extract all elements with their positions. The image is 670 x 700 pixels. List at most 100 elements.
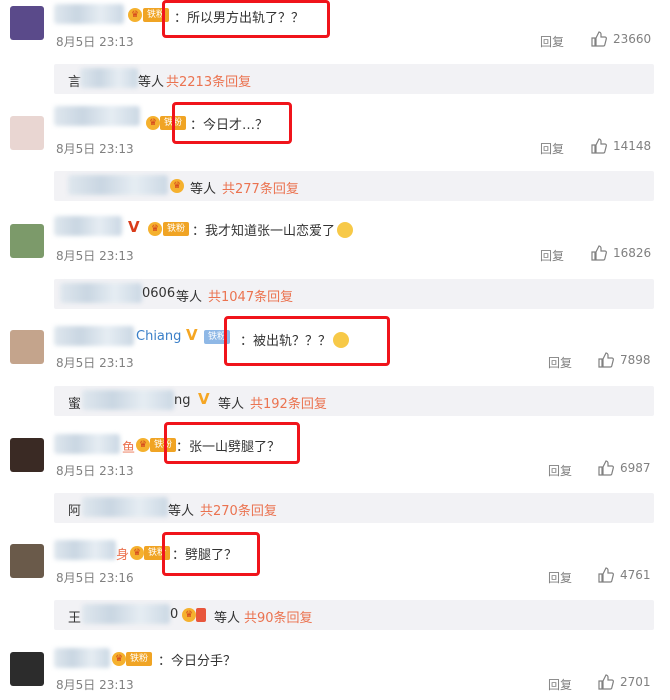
comment-item: 身 ♛ 铁粉 ：劈腿了？ 8月5日 23:16 回复 4761 <box>0 530 670 590</box>
comment-time: 8月5日 23:13 <box>56 356 134 370</box>
sub-reply-summary[interactable]: 言 等人 共2213条回复 <box>54 64 654 94</box>
highlight-box <box>162 0 330 38</box>
username-blurred[interactable] <box>54 648 110 668</box>
fan-badge <box>196 608 206 622</box>
sub-reply-mid: 等人 <box>138 75 165 90</box>
comment-item: V ♛ 铁粉 ：我才知道张一山恋爱了 8月5日 23:13 回复 16826 <box>0 210 670 270</box>
sub-reply-user-tail[interactable]: 0 <box>170 607 178 622</box>
reply-button[interactable]: 回复 <box>548 462 572 479</box>
comment-text: ：今日分手？ <box>158 654 237 669</box>
avatar[interactable] <box>10 330 44 364</box>
highlight-box <box>172 102 292 144</box>
like-button[interactable]: 6987 <box>598 460 660 478</box>
sub-reply-summary[interactable]: 王 0 ♛ 等人 共90条回复 <box>54 600 654 630</box>
like-count: 16826 <box>613 246 652 260</box>
sub-reply-user[interactable]: 王 <box>68 607 81 626</box>
avatar[interactable] <box>10 224 44 258</box>
username-blurred[interactable] <box>54 326 134 346</box>
sub-reply-count-link[interactable]: 共270条回复 <box>200 500 277 519</box>
sub-reply-count-link[interactable]: 共90条回复 <box>244 607 313 626</box>
thumbs-up-icon <box>591 245 607 261</box>
vip-crown-icon: ♛ <box>112 652 126 666</box>
username-blurred[interactable] <box>54 434 120 454</box>
reply-button[interactable]: 回复 <box>548 354 572 371</box>
sub-reply-summary[interactable]: 蜜 ng V 等人 共192条回复 <box>54 386 654 416</box>
sub-reply-count-link[interactable]: 共192条回复 <box>250 393 327 412</box>
fan-badge: 铁粉 <box>126 652 152 666</box>
reply-button[interactable]: 回复 <box>540 33 564 50</box>
highlight-box <box>224 316 390 366</box>
sub-reply-user[interactable]: 阿 <box>68 500 81 519</box>
avatar[interactable] <box>10 544 44 578</box>
fan-badge: 铁粉 <box>163 222 189 236</box>
username-blurred[interactable] <box>54 106 140 126</box>
sub-reply-mid: 等人 <box>176 290 203 305</box>
sub-reply-mid: 等人 <box>168 504 195 519</box>
thumbs-up-icon <box>591 138 607 154</box>
sub-reply-count-link[interactable]: 共1047条回复 <box>208 286 293 305</box>
like-button[interactable]: 14148 <box>591 138 661 156</box>
like-button[interactable]: 23660 <box>591 31 661 49</box>
sub-reply-summary[interactable]: 0606 等人 共1047条回复 <box>54 279 654 309</box>
verified-badge: V <box>198 390 210 408</box>
verified-badge: V <box>128 218 140 236</box>
sub-reply-user[interactable]: 蜜 <box>68 393 81 412</box>
sub-reply-user[interactable]: 0606 <box>142 286 175 301</box>
sub-reply-count-link[interactable]: 共2213条回复 <box>166 71 251 90</box>
username-tail[interactable]: Chiang <box>136 329 181 344</box>
avatar[interactable] <box>10 116 44 150</box>
username-tail[interactable]: 鱼 <box>122 437 135 456</box>
username-blurred[interactable] <box>54 216 122 236</box>
like-button[interactable]: 7898 <box>598 352 660 370</box>
like-count: 14148 <box>613 139 652 153</box>
comment-time: 8月5日 23:13 <box>56 464 134 478</box>
username-blurred[interactable] <box>54 540 116 560</box>
username-blurred <box>80 68 138 88</box>
comment-time: 8月5日 23:13 <box>56 249 134 263</box>
thumbs-up-icon <box>598 352 614 368</box>
comment-item: ♛ 铁粉 ：今日才…？ 8月5日 23:13 回复 14148 <box>0 100 670 160</box>
sub-reply-mid: 等人 <box>214 611 241 626</box>
vip-crown-icon: ♛ <box>130 546 144 560</box>
like-count: 4761 <box>620 568 651 582</box>
reply-button[interactable]: 回复 <box>548 569 572 586</box>
thumbs-up-icon <box>598 674 614 690</box>
sub-reply-summary[interactable]: ♛ 等人 共277条回复 <box>54 171 654 201</box>
laugh-cry-emoji-icon <box>337 222 354 238</box>
reply-button[interactable]: 回复 <box>540 140 564 157</box>
sub-reply-mid: 等人 <box>218 397 245 412</box>
vip-crown-icon: ♛ <box>146 116 160 130</box>
like-count: 7898 <box>620 353 651 367</box>
sub-reply-count-link[interactable]: 共277条回复 <box>222 178 299 197</box>
username-blurred[interactable] <box>54 4 124 24</box>
like-button[interactable]: 16826 <box>591 245 661 263</box>
like-count: 23660 <box>613 32 652 46</box>
comment-time: 8月5日 23:16 <box>56 571 134 585</box>
username-blurred <box>60 283 142 303</box>
like-count: 6987 <box>620 461 651 475</box>
username-tail[interactable]: 身 <box>116 544 129 563</box>
comment-item: Chiang V 铁粉 ：被出轨？？？ 8月5日 23:13 回复 7898 <box>0 316 670 376</box>
sub-reply-user-tail[interactable]: ng <box>174 393 191 408</box>
thumbs-up-icon <box>591 31 607 47</box>
thumbs-up-icon <box>598 460 614 476</box>
sub-reply-mid: 等人 <box>190 182 217 197</box>
highlight-box <box>162 532 260 576</box>
avatar[interactable] <box>10 652 44 686</box>
reply-button[interactable]: 回复 <box>540 247 564 264</box>
avatar[interactable] <box>10 438 44 472</box>
verified-badge: V <box>186 326 198 344</box>
comment-time: 8月5日 23:13 <box>56 678 134 692</box>
avatar[interactable] <box>10 6 44 40</box>
vip-crown-icon: ♛ <box>182 608 196 622</box>
username-blurred <box>82 497 168 517</box>
username-blurred <box>82 604 170 624</box>
comment-time: 8月5日 23:13 <box>56 142 134 156</box>
comment-item: ♛ 铁粉 ：所以男方出轨了？？ 8月5日 23:13 回复 23660 <box>0 0 670 60</box>
sub-reply-summary[interactable]: 阿 等人 共270条回复 <box>54 493 654 523</box>
reply-button[interactable]: 回复 <box>548 676 572 693</box>
comment-item: 鱼 ♛ 铁粉 ：张一山劈腿了？ 8月5日 23:13 回复 6987 <box>0 422 670 484</box>
like-button[interactable]: 2701 <box>598 674 660 692</box>
like-button[interactable]: 4761 <box>598 567 660 585</box>
vip-crown-icon: ♛ <box>128 8 142 22</box>
